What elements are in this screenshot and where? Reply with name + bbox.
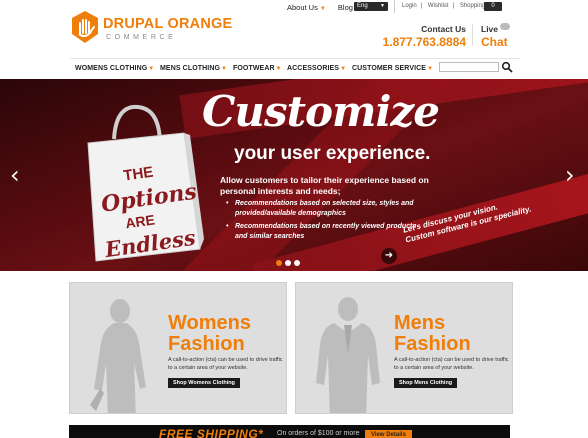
womens-fashion-card[interactable]: Womens Fashion A call-to-action (cta) ca…	[69, 282, 287, 414]
wishlist-link[interactable]: Wishlist	[428, 3, 449, 9]
card-description: A call-to-action (cta) can be used to dr…	[168, 357, 283, 371]
hero-subhead: your user experience.	[234, 143, 431, 164]
card-description: A call-to-action (cta) can be used to dr…	[394, 357, 509, 371]
brand-logo[interactable]: DRUPAL ORANGE COMMERCE	[70, 10, 232, 46]
nav-label: CUSTOMER SERVICE	[352, 65, 427, 72]
contact-phone[interactable]: 1.877.763.8884	[378, 35, 466, 49]
about-us-link[interactable]: About Us ▼	[287, 3, 326, 12]
carousel-dot[interactable]	[285, 260, 291, 266]
nav-accessories[interactable]: ACCESSORIES▼	[287, 65, 346, 72]
chevron-down-icon: ▼	[427, 66, 434, 72]
hero-bullet: Recommendations based on recently viewed…	[226, 222, 426, 241]
woman-silhouette-image	[90, 299, 146, 413]
nav-customer-service[interactable]: CUSTOMER SERVICE▼	[352, 65, 433, 72]
language-value: Eng	[357, 3, 368, 9]
nav-label: FOOTWEAR	[233, 65, 275, 72]
nav-womens-clothing[interactable]: WOMENS CLOTHING▼	[75, 65, 154, 72]
brand-tagline: COMMERCE	[106, 34, 177, 41]
live-chat-link[interactable]: Live Chat	[481, 23, 510, 49]
search-icon[interactable]	[501, 61, 513, 73]
shopping-bag-image: THE Options ARE Endless	[87, 104, 204, 262]
chat-label: Chat	[481, 35, 508, 49]
chevron-left-icon[interactable]: ‹	[10, 163, 20, 187]
shop-womens-button[interactable]: Shop Womens Clothing	[168, 378, 240, 388]
cart-count-badge[interactable]: 0	[484, 2, 502, 11]
hand-logo-icon	[72, 11, 98, 43]
carousel-dot[interactable]	[294, 260, 300, 266]
card-title: Mens Fashion	[394, 313, 471, 355]
hero-description: Allow customers to tailor their experien…	[220, 175, 429, 196]
language-select[interactable]: Eng ▼	[354, 2, 388, 11]
hero-headline: Customize	[202, 87, 440, 136]
chevron-down-icon: ▼	[148, 66, 155, 72]
blog-link[interactable]: Blog	[338, 3, 353, 12]
chevron-down-icon: ▼	[380, 3, 385, 9]
search-input[interactable]	[439, 62, 499, 72]
chevron-down-icon: ▼	[319, 6, 326, 12]
brand-name: DRUPAL ORANGE	[103, 16, 233, 32]
nav-footwear[interactable]: FOOTWEAR▼	[233, 65, 282, 72]
divider	[472, 24, 473, 46]
contact-label: Contact Us	[421, 24, 466, 34]
separator: |	[452, 3, 455, 9]
free-shipping-text: On orders of $100 or more	[277, 430, 360, 437]
card-title-line2: Fashion	[394, 333, 471, 355]
free-shipping-banner: FREE SHIPPING* On orders of $100 or more…	[69, 425, 510, 438]
card-title: Womens Fashion	[168, 313, 251, 355]
hero-bullet-list: Recommendations based on selected size, …	[226, 199, 426, 245]
arrow-right-icon[interactable]: ➜	[381, 248, 397, 264]
nav-label: WOMENS CLOTHING	[75, 65, 148, 72]
man-silhouette-image	[316, 297, 380, 413]
card-title-line1: Womens	[168, 312, 251, 334]
card-title-line2: Fashion	[168, 333, 245, 355]
chevron-down-icon: ▼	[275, 66, 282, 72]
nav-label: MENS CLOTHING	[160, 65, 221, 72]
free-shipping-title: FREE SHIPPING*	[159, 427, 264, 438]
nav-mens-clothing[interactable]: MENS CLOTHING▼	[160, 65, 227, 72]
login-link[interactable]: Login	[402, 3, 417, 9]
card-title-line1: Mens	[394, 312, 446, 334]
view-details-button[interactable]: View Details	[365, 430, 412, 438]
carousel-dots	[276, 253, 303, 271]
hero-banner[interactable]: ‹ › THE Options ARE Endless Customize yo…	[0, 79, 588, 271]
about-us-label: About Us	[287, 3, 318, 12]
site-header: DRUPAL ORANGE COMMERCE About Us ▼ Blog En…	[0, 0, 588, 58]
chevron-down-icon: ▼	[340, 66, 347, 72]
chat-bubble-icon	[500, 23, 510, 30]
contact-block: Contact Us 1.877.763.8884	[378, 24, 466, 49]
shop-mens-button[interactable]: Shop Mens Clothing	[394, 378, 458, 388]
mens-fashion-card[interactable]: Mens Fashion A call-to-action (cta) can …	[295, 282, 513, 414]
chevron-down-icon: ▼	[221, 66, 228, 72]
separator: |	[420, 3, 423, 9]
hero-bullet: Recommendations based on selected size, …	[226, 199, 426, 218]
chevron-right-icon[interactable]: ›	[565, 163, 575, 187]
nav-label: ACCESSORIES	[287, 65, 340, 72]
carousel-dot[interactable]	[276, 260, 282, 266]
top-utility-nav: About Us ▼ Blog	[287, 3, 353, 12]
